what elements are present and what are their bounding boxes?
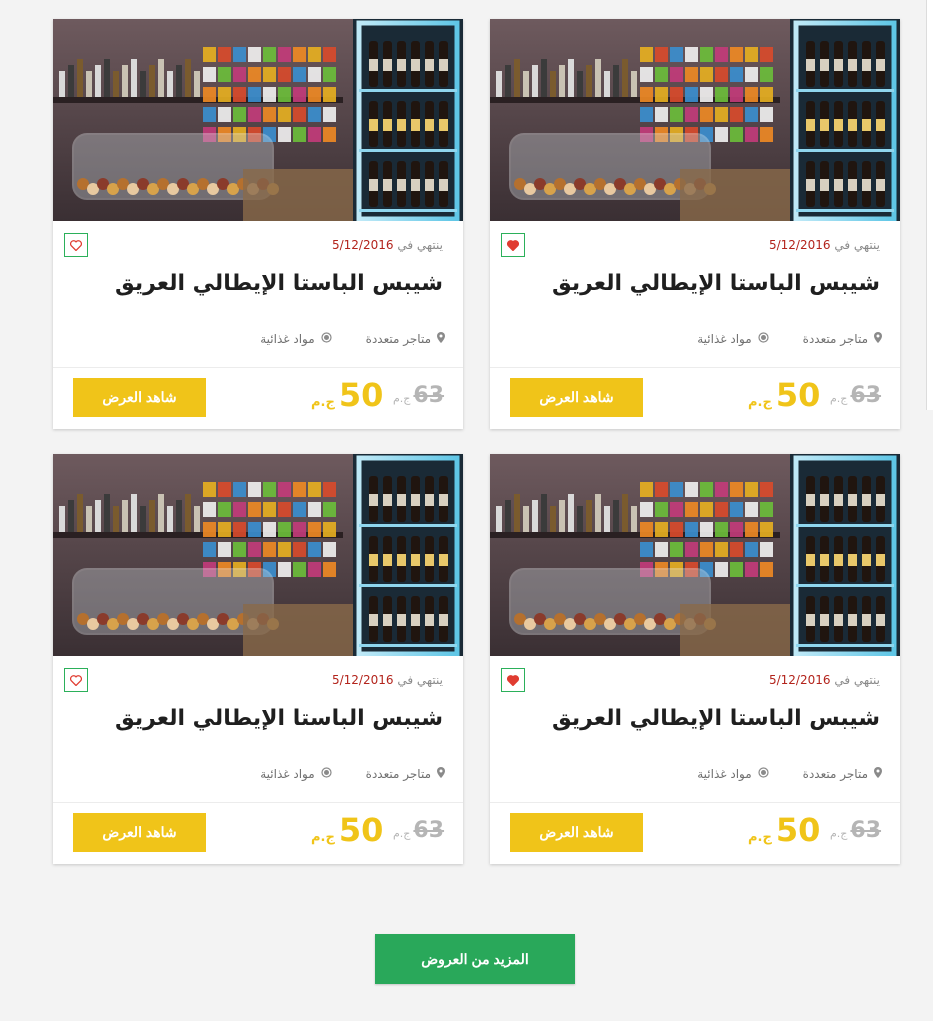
favorite-toggle[interactable]	[501, 668, 525, 692]
new-price: 50 ج.م	[311, 811, 383, 849]
offer-title[interactable]: شيبس الباستا الإيطالي العريق	[115, 706, 443, 731]
offer-category: مواد غذائية	[260, 332, 315, 346]
offer-card: ينتهي في 5/12/2016 شيبس الباستا الإيطالي…	[53, 454, 463, 864]
offer-expiry: ينتهي في 5/12/2016	[769, 238, 880, 252]
offer-meta: متاجر متعددة مواد غذائية	[260, 332, 445, 346]
map-pin-icon	[874, 332, 882, 346]
favorite-toggle[interactable]	[64, 668, 88, 692]
offer-image[interactable]	[53, 19, 463, 221]
old-price-value: 63	[850, 818, 882, 843]
new-price-currency: ج.م	[311, 395, 335, 410]
new-price-value: 50	[338, 811, 384, 849]
offer-category: مواد غذائية	[697, 332, 752, 346]
offer-title[interactable]: شيبس الباستا الإيطالي العريق	[552, 271, 880, 296]
category-dot-icon	[758, 767, 769, 781]
map-pin-icon	[874, 767, 882, 781]
old-price: 63 ج.م	[393, 383, 444, 408]
view-offer-button[interactable]: شاهد العرض	[510, 378, 643, 417]
expiry-label: ينتهي في	[397, 673, 443, 687]
card-divider	[53, 367, 463, 368]
old-price-value: 63	[413, 818, 445, 843]
offer-title[interactable]: شيبس الباستا الإيطالي العريق	[115, 271, 443, 296]
expiry-date: 5/12/2016	[331, 238, 394, 252]
offer-location: متاجر متعددة	[365, 332, 431, 346]
expiry-date: 5/12/2016	[331, 673, 394, 687]
heart-icon	[70, 236, 82, 255]
category-dot-icon	[321, 767, 332, 781]
new-price-currency: ج.م	[311, 830, 335, 845]
old-price-currency: ج.م	[393, 392, 411, 405]
offer-expiry: ينتهي في 5/12/2016	[332, 673, 443, 687]
expiry-label: ينتهي في	[834, 238, 880, 252]
offer-card: ينتهي في 5/12/2016 شيبس الباستا الإيطالي…	[490, 19, 900, 429]
old-price: 63 ج.م	[393, 818, 444, 843]
old-price-value: 63	[850, 383, 882, 408]
offer-meta: متاجر متعددة مواد غذائية	[260, 767, 445, 781]
offer-image[interactable]	[53, 454, 463, 656]
offer-location: متاجر متعددة	[802, 332, 868, 346]
offer-meta: متاجر متعددة مواد غذائية	[697, 332, 882, 346]
new-price-currency: ج.م	[748, 395, 772, 410]
offers-grid: ينتهي في 5/12/2016 شيبس الباستا الإيطالي…	[53, 19, 900, 864]
old-price-value: 63	[413, 383, 445, 408]
heart-icon	[70, 671, 82, 690]
new-price-value: 50	[338, 376, 384, 414]
card-divider	[490, 367, 900, 368]
heart-icon	[507, 236, 519, 255]
card-divider	[53, 802, 463, 803]
offer-title[interactable]: شيبس الباستا الإيطالي العريق	[552, 706, 880, 731]
map-pin-icon	[437, 332, 445, 346]
offer-image[interactable]	[490, 19, 900, 221]
new-price: 50 ج.م	[311, 376, 383, 414]
offer-expiry: ينتهي في 5/12/2016	[332, 238, 443, 252]
offer-expiry: ينتهي في 5/12/2016	[769, 673, 880, 687]
offer-category: مواد غذائية	[260, 767, 315, 781]
heart-icon	[507, 671, 519, 690]
card-divider	[490, 802, 900, 803]
old-price: 63 ج.م	[830, 818, 881, 843]
offer-location: متاجر متعددة	[802, 767, 868, 781]
offer-card: ينتهي في 5/12/2016 شيبس الباستا الإيطالي…	[490, 454, 900, 864]
category-dot-icon	[321, 332, 332, 346]
map-pin-icon	[437, 767, 445, 781]
old-price: 63 ج.م	[830, 383, 881, 408]
offer-category: مواد غذائية	[697, 767, 752, 781]
new-price-value: 50	[775, 811, 821, 849]
category-dot-icon	[758, 332, 769, 346]
expiry-date: 5/12/2016	[768, 238, 831, 252]
view-offer-button[interactable]: شاهد العرض	[510, 813, 643, 852]
old-price-currency: ج.م	[830, 392, 848, 405]
expiry-date: 5/12/2016	[768, 673, 831, 687]
new-price-value: 50	[775, 376, 821, 414]
offer-card: ينتهي في 5/12/2016 شيبس الباستا الإيطالي…	[53, 19, 463, 429]
new-price: 50 ج.م	[748, 811, 820, 849]
favorite-toggle[interactable]	[501, 233, 525, 257]
offer-meta: متاجر متعددة مواد غذائية	[697, 767, 882, 781]
offer-image[interactable]	[490, 454, 900, 656]
new-price-currency: ج.م	[748, 830, 772, 845]
offer-location: متاجر متعددة	[365, 767, 431, 781]
side-panel-edge	[926, 0, 933, 410]
old-price-currency: ج.م	[830, 827, 848, 840]
view-offer-button[interactable]: شاهد العرض	[73, 378, 206, 417]
old-price-currency: ج.م	[393, 827, 411, 840]
expiry-label: ينتهي في	[397, 238, 443, 252]
expiry-label: ينتهي في	[834, 673, 880, 687]
new-price: 50 ج.م	[748, 376, 820, 414]
view-offer-button[interactable]: شاهد العرض	[73, 813, 206, 852]
load-more-offers-button[interactable]: المزيد من العروض	[375, 934, 575, 984]
favorite-toggle[interactable]	[64, 233, 88, 257]
